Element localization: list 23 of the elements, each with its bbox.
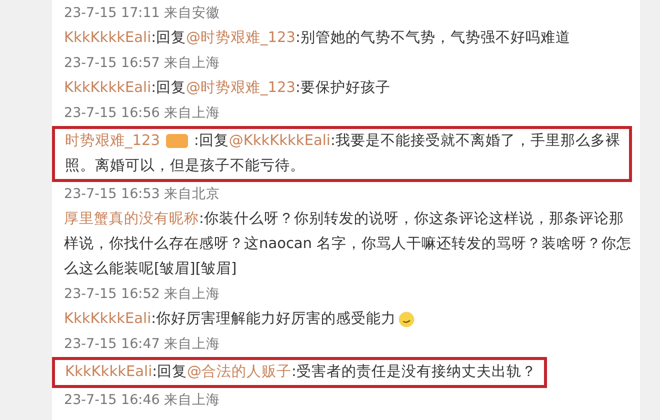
user-link[interactable]: KkkKkkkEali xyxy=(64,30,152,46)
timestamp: 23-7-15 16:57 来自上海 xyxy=(64,54,220,73)
mention-link[interactable]: @KkkKkkkEali xyxy=(228,133,330,149)
user-link[interactable]: 厚里蟹真的没有昵称 xyxy=(64,211,199,227)
user-link[interactable]: KkkKkkkEali xyxy=(65,364,152,380)
timestamp: 23-7-15 16:56 来自上海 xyxy=(64,104,220,123)
comment-text: KkkKkkkEali:回复@合法的人贩子:受害者的责任是没有接纳丈夫出轨？ xyxy=(65,362,536,382)
mention-link[interactable]: @合法的人贩子 xyxy=(187,364,292,380)
timestamp: 23-7-15 16:46 来自上海 xyxy=(64,391,220,410)
timestamp: 23-7-15 16:52 来自上海 xyxy=(64,285,220,304)
comment-text: 时势艰难_123 :回复@KkkKkkkEali:我要是不能接受就不离婚了，手里那么多裸照。离婚可以，但是孩子不能亏待。 xyxy=(65,132,621,176)
comment-text: 厚里蟹真的没有昵称:你装什么呀？你别转发的说呀，你这条评论这样说，那条评论那样说，你找什么存在感呀？这naocan 名字，你骂人干嘛还转发的骂呀？装啥呀？你怎么这么能装呢[皱眉][皱眉] xyxy=(64,210,633,279)
timestamp: 23-7-15 17:11 来自安徽 xyxy=(64,4,220,23)
comment-text: KkkKkkkEali:回复@时势艰难_123:别管她的气势不气势，气势强不好吗难道 xyxy=(64,29,570,48)
user-link[interactable]: KkkKkkkEali xyxy=(64,80,152,96)
timestamp: 23-7-15 16:47 来自上海 xyxy=(64,335,220,354)
user-link[interactable]: KkkKkkkEali xyxy=(64,311,152,327)
comment-text: KkkKkkkEali:回复@时势艰难_123:要保护好孩子 xyxy=(64,78,390,98)
user-link[interactable]: 时势艰难_123 xyxy=(65,133,160,149)
mention-link[interactable]: @时势艰难_123 xyxy=(186,80,296,96)
mention-link[interactable]: @时势艰难_123 xyxy=(186,30,296,46)
timestamp: 23-7-15 16:53 来自北京 xyxy=(64,185,220,204)
comment-text: KkkKkkkEali:你好厉害理解能力好厉害的感受能力 xyxy=(64,307,415,332)
